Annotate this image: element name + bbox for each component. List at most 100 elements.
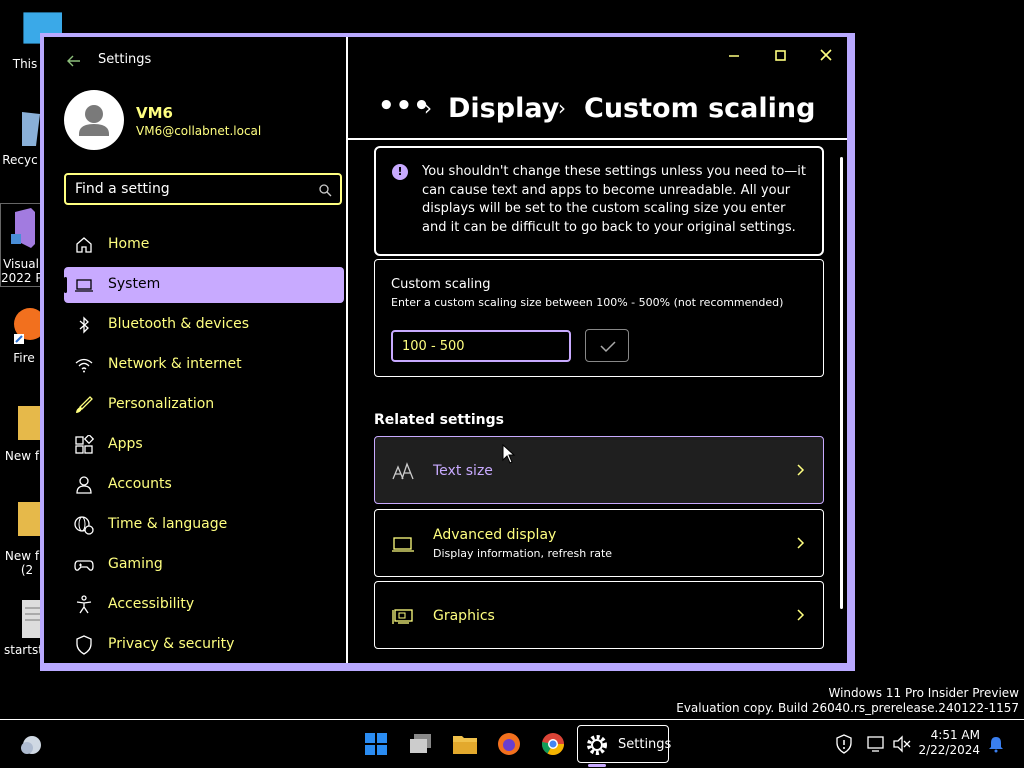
globe-clock-icon [74, 516, 94, 535]
related-item-subtitle: Display information, refresh rate [433, 547, 613, 560]
related-item-title: Advanced display [433, 527, 557, 543]
info-icon: ! [392, 164, 408, 180]
home-icon [76, 237, 92, 253]
shield-icon [76, 635, 92, 655]
main-content: ••• › Display › Custom scaling ! You sho… [348, 37, 847, 663]
sidebar-item-network[interactable]: Network & internet [64, 347, 344, 383]
brush-icon [76, 396, 93, 413]
minimize-button[interactable] [722, 47, 746, 65]
desktop-icon-label: Visual [3, 257, 39, 271]
apply-scaling-button[interactable] [585, 329, 629, 362]
chevron-right-icon [797, 537, 805, 549]
warning-text: You shouldn't change these settings unle… [422, 164, 807, 235]
graphics-card-icon [392, 609, 413, 624]
sidebar-item-gaming[interactable]: Gaming [64, 547, 344, 583]
watermark-line-2: Evaluation copy. Build 26040.rs_prerelea… [676, 701, 1019, 715]
desktop-icon-label-2: 2022 P [1, 271, 41, 285]
sidebar-item-label: System [108, 276, 161, 292]
settings-window-content: Settings VM6 VM6@collabnet.local Home Sy… [44, 37, 847, 663]
header-divider [348, 138, 847, 140]
back-button[interactable] [62, 51, 86, 71]
sidebar-item-personalization[interactable]: Personalization [64, 387, 344, 423]
search-box[interactable] [64, 173, 342, 205]
custom-scaling-description: Enter a custom scaling size between 100%… [391, 296, 784, 309]
checkmark-icon [600, 341, 616, 353]
sidebar-item-label: Home [108, 236, 150, 252]
chevron-right-icon: › [424, 96, 432, 120]
related-item-advanced-display[interactable]: Advanced display Display information, re… [374, 509, 824, 577]
sidebar-item-apps[interactable]: Apps [64, 427, 344, 463]
person-icon [76, 476, 92, 494]
settings-window: Settings VM6 VM6@collabnet.local Home Sy… [40, 33, 855, 671]
sidebar-item-label: Network & internet [108, 356, 242, 372]
breadcrumb-more-button[interactable]: ••• [378, 91, 431, 121]
volume-muted-icon[interactable] [892, 734, 912, 754]
sidebar-item-label: Bluetooth & devices [108, 316, 250, 332]
clock-date: 2/22/2024 [918, 743, 980, 757]
search-input[interactable] [66, 175, 306, 203]
taskbar-settings-button[interactable]: Settings [577, 725, 672, 763]
watermark-line-1: Windows 11 Pro Insider Preview [828, 686, 1019, 700]
page-title: Custom scaling [584, 93, 816, 124]
sidebar-item-time-language[interactable]: Time & language [64, 507, 344, 543]
sidebar-item-label: Accessibility [108, 596, 195, 612]
gamepad-icon [74, 560, 94, 571]
mouse-cursor-icon [502, 444, 516, 464]
notification-bell-icon[interactable] [987, 735, 1005, 753]
related-item-graphics[interactable]: Graphics [374, 581, 824, 649]
sidebar-item-label: Accounts [108, 476, 172, 492]
avatar[interactable] [64, 90, 124, 150]
file-explorer-icon[interactable] [449, 728, 481, 760]
maximize-button[interactable] [768, 47, 792, 65]
os-watermark: Windows 11 Pro Insider Preview Evaluatio… [676, 686, 1019, 716]
sidebar-item-system[interactable]: System [64, 267, 344, 303]
custom-scaling-input[interactable] [391, 330, 571, 362]
chevron-right-icon [797, 464, 805, 476]
related-item-title: Graphics [433, 608, 495, 624]
sidebar-item-home[interactable]: Home [64, 227, 344, 263]
bluetooth-icon [79, 316, 89, 334]
sidebar-item-label: Privacy & security [108, 636, 235, 652]
clock-time: 4:51 AM [930, 728, 980, 742]
network-icon[interactable] [866, 734, 886, 754]
monitor-icon [392, 537, 414, 552]
text-size-icon [392, 462, 414, 480]
custom-scaling-title: Custom scaling [391, 277, 491, 292]
sidebar-item-label: Time & language [108, 516, 228, 532]
accessibility-icon [76, 595, 92, 614]
related-settings-heading: Related settings [374, 412, 504, 428]
search-icon[interactable] [318, 183, 332, 197]
sidebar-item-label: Gaming [108, 556, 163, 572]
related-item-text-size[interactable]: Text size [374, 436, 824, 504]
breadcrumb-display-link[interactable]: Display [448, 91, 559, 127]
security-shield-icon[interactable] [834, 734, 854, 754]
system-clock[interactable]: 4:51 AM 2/22/2024 [918, 728, 980, 758]
taskbar: Settings 4:51 AM 2/22/2024 [0, 719, 1024, 768]
sidebar-item-privacy[interactable]: Privacy & security [64, 627, 344, 663]
user-name[interactable]: VM6 [136, 104, 173, 122]
taskbar-settings-label: Settings [618, 737, 672, 752]
app-title: Settings [98, 52, 152, 67]
sidebar-item-accounts[interactable]: Accounts [64, 467, 344, 503]
close-button[interactable] [814, 47, 838, 65]
user-email: VM6@collabnet.local [136, 124, 262, 138]
chrome-icon[interactable] [537, 728, 569, 760]
scrollbar[interactable] [840, 157, 843, 609]
task-view-icon[interactable] [405, 728, 437, 760]
sidebar-item-label: Apps [108, 436, 143, 452]
firefox-icon[interactable] [493, 728, 525, 760]
gear-icon [587, 735, 607, 755]
chevron-right-icon [797, 609, 805, 621]
laptop-icon [75, 279, 93, 292]
weather-icon[interactable] [16, 728, 48, 760]
sidebar-item-label: Personalization [108, 396, 215, 412]
desktop-icon-visual-studio[interactable]: Visual 2022 P [0, 203, 42, 287]
sidebar-item-bluetooth[interactable]: Bluetooth & devices [64, 307, 344, 343]
start-button[interactable] [360, 728, 392, 760]
visual-studio-icon [11, 208, 35, 248]
sidebar: Settings VM6 VM6@collabnet.local Home Sy… [44, 37, 346, 663]
person-icon [79, 105, 109, 136]
sidebar-item-accessibility[interactable]: Accessibility [64, 587, 344, 623]
sidebar-nav: Home System Bluetooth & devices Network … [64, 227, 344, 667]
wifi-icon [75, 358, 93, 373]
